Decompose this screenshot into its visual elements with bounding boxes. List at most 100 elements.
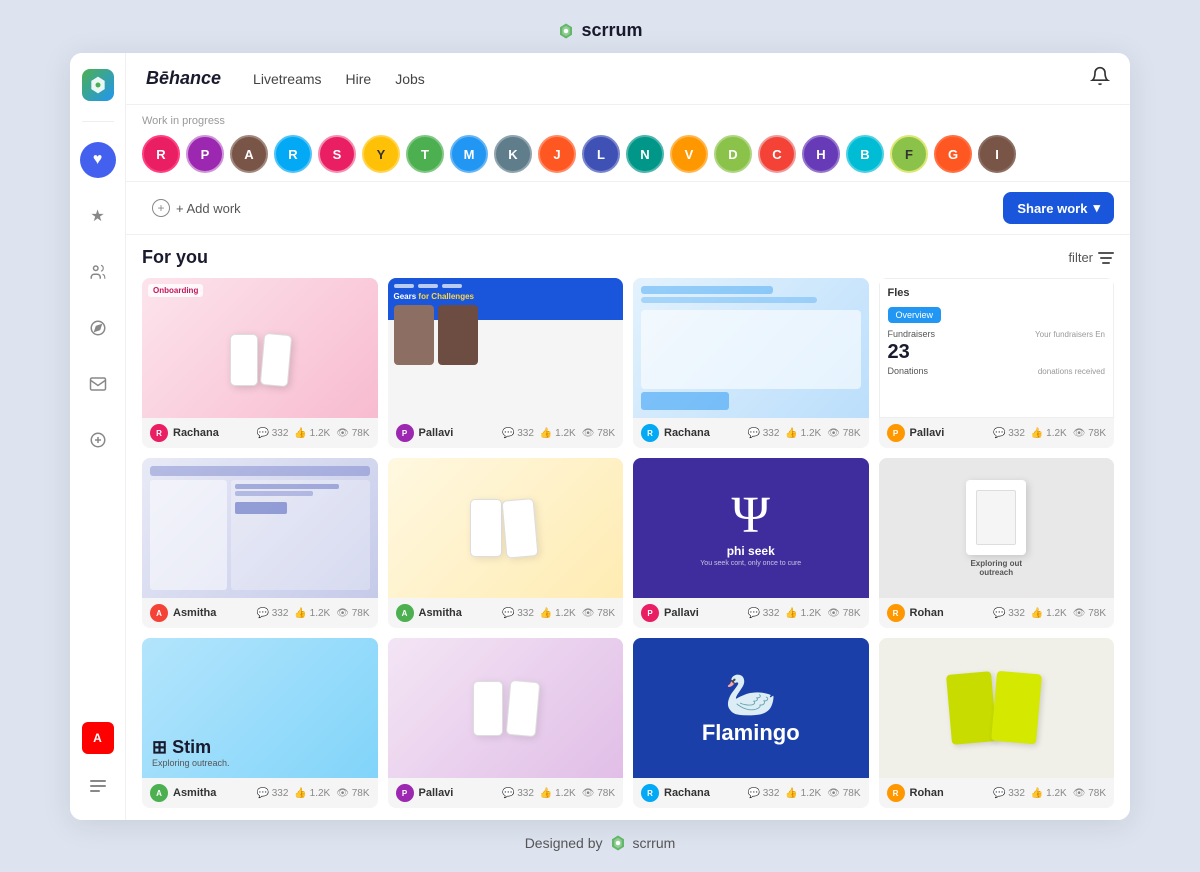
add-work-label: + Add work xyxy=(176,201,241,216)
sidebar-item-menu[interactable] xyxy=(80,768,116,804)
main-window: ♥ ★ xyxy=(70,53,1130,820)
card-fles[interactable]: Fles Overview Fundraisers Your fundraise… xyxy=(879,278,1115,448)
card-thumb-phi: Ψ phi seek You seek cont, only once to c… xyxy=(633,458,869,598)
story-avatar-10[interactable]: J xyxy=(538,135,576,173)
card-thumb-web xyxy=(142,458,378,598)
story-avatar-6[interactable]: Y xyxy=(362,135,400,173)
card-stats-2: 💬 332 👍 1.2K 👁 78K xyxy=(502,428,615,439)
card-stim[interactable]: ⊞ Stim Exploring outreach. A Asmitha 💬 3… xyxy=(142,638,378,808)
author-name-asmitha-2: Asmitha xyxy=(419,607,497,619)
sidebar-item-mail[interactable] xyxy=(80,366,116,402)
card-onboarding[interactable]: Onboarding R Rachana 💬 332 👍 1.2K xyxy=(142,278,378,448)
flamingo-text: Flamingo xyxy=(702,720,800,746)
card-stats-9: 💬 332 👍 1.2K 👁 78K xyxy=(256,788,369,799)
card-brand[interactable]: R Rohan 💬 332 👍 1.2K 👁 78K xyxy=(879,638,1115,808)
author-name-rohan-2: Rohan xyxy=(910,787,988,799)
story-avatar-4[interactable]: R xyxy=(274,135,312,173)
card-stats-4: 💬 332 👍 1.2K 👁 78K xyxy=(993,428,1106,439)
card-meta-flamingo: R Rachana 💬 332 👍 1.2K 👁 78K xyxy=(633,778,869,808)
card-stats-12: 💬 332 👍 1.2K 👁 78K xyxy=(993,788,1106,799)
author-avatar-rohan-2: R xyxy=(887,784,905,802)
author-avatar-rachana-1: R xyxy=(150,424,168,442)
nav-item-jobs[interactable]: Jobs xyxy=(395,67,425,91)
adobe-icon[interactable]: A xyxy=(82,722,114,754)
author-name-rachana-1: Rachana xyxy=(173,427,251,439)
filter-icon xyxy=(1098,252,1114,264)
author-name-asmitha-3: Asmitha xyxy=(173,787,251,799)
sidebar-logo[interactable] xyxy=(82,69,114,101)
card-outreach[interactable]: Exploring outoutreach R Rohan 💬 332 👍 1.… xyxy=(879,458,1115,628)
story-avatar-17[interactable]: B xyxy=(846,135,884,173)
filter-button[interactable]: filter xyxy=(1068,250,1114,265)
stories-row: R P A R S Y T M K J L N V D C H B F G I xyxy=(142,135,1114,173)
story-avatar-1[interactable]: R xyxy=(142,135,180,173)
card-flamingo[interactable]: 🦢 Flamingo R Rachana 💬 332 👍 1.2K 👁 78K xyxy=(633,638,869,808)
author-avatar-pallavi-3: P xyxy=(641,604,659,622)
story-avatar-19[interactable]: G xyxy=(934,135,972,173)
story-avatar-7[interactable]: T xyxy=(406,135,444,173)
sidebar-item-add[interactable] xyxy=(80,422,116,458)
card-stats-1: 💬 332 👍 1.2K 👁 78K xyxy=(256,428,369,439)
author-avatar-pallavi-4: P xyxy=(396,784,414,802)
card-ui[interactable]: R Rachana 💬 332 👍 1.2K 👁 78K xyxy=(633,278,869,448)
story-avatar-3[interactable]: A xyxy=(230,135,268,173)
story-avatar-12[interactable]: N xyxy=(626,135,664,173)
sidebar-item-star[interactable]: ★ xyxy=(80,198,116,234)
story-avatar-2[interactable]: P xyxy=(186,135,224,173)
author-avatar-asmitha-2: A xyxy=(396,604,414,622)
share-chevron-icon: ▾ xyxy=(1093,200,1100,216)
stories-label: Work in progress xyxy=(142,115,1114,127)
bottom-brand-prefix: Designed by xyxy=(525,835,603,851)
story-avatar-11[interactable]: L xyxy=(582,135,620,173)
story-avatar-9[interactable]: K xyxy=(494,135,532,173)
author-name-pallavi-4: Pallavi xyxy=(419,787,497,799)
top-brand: scrrum xyxy=(557,20,642,41)
sidebar-item-compass[interactable] xyxy=(80,310,116,346)
story-avatar-15[interactable]: C xyxy=(758,135,796,173)
card-web[interactable]: A Asmitha 💬 332 👍 1.2K 👁 78K xyxy=(142,458,378,628)
card-gear[interactable]: Gears for Challenges P Pallavi 💬 332 xyxy=(388,278,624,448)
card-thumb-app xyxy=(388,638,624,778)
story-avatar-14[interactable]: D xyxy=(714,135,752,173)
card-thumb-onboarding: Onboarding xyxy=(142,278,378,418)
filter-label: filter xyxy=(1068,250,1093,265)
story-avatar-18[interactable]: F xyxy=(890,135,928,173)
sidebar-item-heart[interactable]: ♥ xyxy=(80,142,116,178)
card-meta-web: A Asmitha 💬 332 👍 1.2K 👁 78K xyxy=(142,598,378,628)
fles-overview-btn[interactable]: Overview xyxy=(888,307,942,323)
story-avatar-13[interactable]: V xyxy=(670,135,708,173)
fles-donations-label: Donations xyxy=(888,366,929,376)
add-work-button[interactable]: + + Add work xyxy=(142,193,251,223)
top-brand-name: scrrum xyxy=(581,20,642,41)
notification-bell[interactable] xyxy=(1090,66,1110,91)
nav-item-hire[interactable]: Hire xyxy=(346,67,372,91)
story-avatar-16[interactable]: H xyxy=(802,135,840,173)
card-meta-gear: P Pallavi 💬 332 👍 1.2K 👁 78K xyxy=(388,418,624,448)
card-ecomm[interactable]: A Asmitha 💬 332 👍 1.2K 👁 78K xyxy=(388,458,624,628)
nav-item-livetreams[interactable]: Livetreams xyxy=(253,67,321,91)
main-content: Bēhance Livetreams Hire Jobs Work in pro… xyxy=(126,53,1130,820)
share-work-button[interactable]: Share work ▾ xyxy=(1003,192,1114,224)
author-name-asmitha-1: Asmitha xyxy=(173,607,251,619)
sidebar-item-users[interactable] xyxy=(80,254,116,290)
card-stats-3: 💬 332 👍 1.2K 👁 78K xyxy=(747,428,860,439)
author-name-pallavi-3: Pallavi xyxy=(664,607,742,619)
stim-text: ⊞ Stim xyxy=(152,737,368,758)
card-thumb-outreach: Exploring outoutreach xyxy=(879,458,1115,598)
author-name-rachana-3: Rachana xyxy=(664,787,742,799)
card-thumb-stim: ⊞ Stim Exploring outreach. xyxy=(142,638,378,778)
card-thumb-ecomm xyxy=(388,458,624,598)
story-avatar-8[interactable]: M xyxy=(450,135,488,173)
navbar: Bēhance Livetreams Hire Jobs xyxy=(126,53,1130,105)
author-avatar-asmitha-1: A xyxy=(150,604,168,622)
sidebar: ♥ ★ xyxy=(70,53,126,820)
card-meta-app: P Pallavi 💬 332 👍 1.2K 👁 78K xyxy=(388,778,624,808)
card-app[interactable]: P Pallavi 💬 332 👍 1.2K 👁 78K xyxy=(388,638,624,808)
nav-brand: Bēhance xyxy=(146,68,221,89)
bottom-scrrum-icon xyxy=(609,834,627,852)
card-phi[interactable]: Ψ phi seek You seek cont, only once to c… xyxy=(633,458,869,628)
story-avatar-20[interactable]: I xyxy=(978,135,1016,173)
story-avatar-5[interactable]: S xyxy=(318,135,356,173)
feed-header: For you filter xyxy=(142,247,1114,268)
card-stats-8: 💬 332 👍 1.2K 👁 78K xyxy=(993,608,1106,619)
